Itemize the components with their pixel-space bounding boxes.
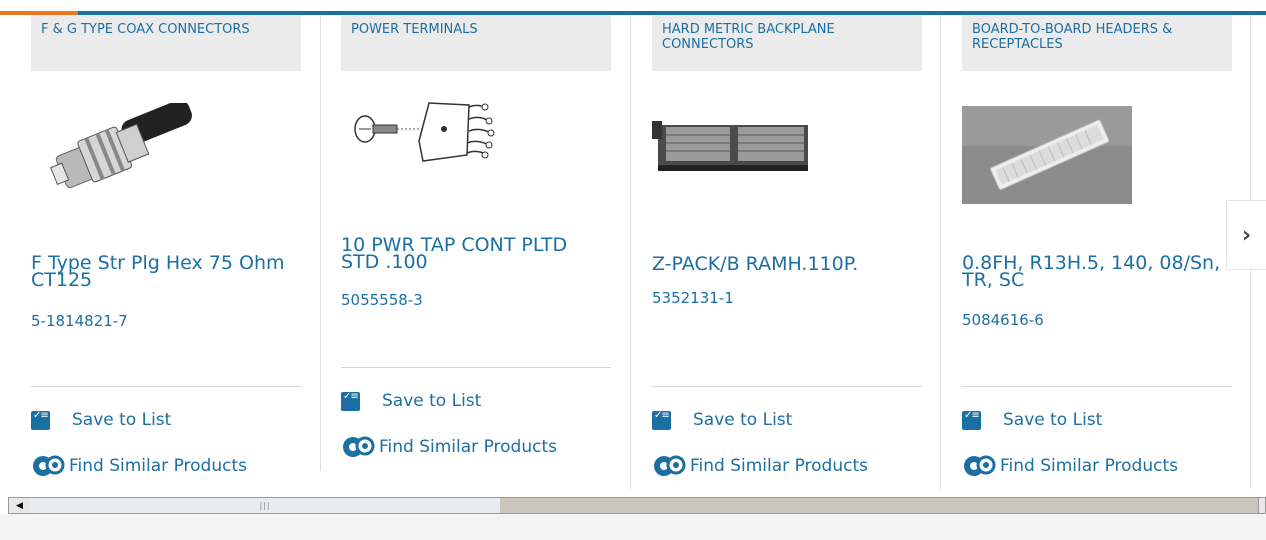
scroll-left-button[interactable]: ◀ <box>9 498 31 513</box>
product-title-link[interactable]: F Type Str Plg Hex 75 Ohm CT125 <box>31 254 301 290</box>
product-title-link[interactable]: Z-PACK/B RAMH.110P. <box>652 255 922 274</box>
product-image[interactable] <box>962 106 1132 208</box>
chevron-right-icon: › <box>1241 222 1252 248</box>
footer-area <box>0 514 1266 540</box>
product-image[interactable] <box>43 99 193 199</box>
product-card: HARD METRIC BACKPLANE CONNECTORS Z-PACK/… <box>652 15 922 489</box>
category-label[interactable]: F & G TYPE COAX CONNECTORS <box>31 15 301 71</box>
find-similar-button[interactable]: Find Similar Products <box>341 435 557 459</box>
gears-icon <box>343 436 375 457</box>
category-label[interactable]: HARD METRIC BACKPLANE CONNECTORS <box>652 15 922 71</box>
part-number-link[interactable]: 5055558-3 <box>341 291 423 309</box>
part-number-link[interactable]: 5-1814821-7 <box>31 312 128 330</box>
similar-label: Find Similar Products <box>69 456 247 476</box>
divider <box>962 386 1232 387</box>
product-image[interactable] <box>652 111 822 185</box>
horizontal-scrollbar[interactable]: ◀ ||| <box>8 497 1266 514</box>
grip-icon: ||| <box>259 501 271 510</box>
save-label: Save to List <box>1003 410 1103 430</box>
save-label: Save to List <box>72 410 172 430</box>
checklist-icon <box>652 410 671 430</box>
scrollbar-track[interactable] <box>500 498 1260 513</box>
product-card: POWER TERMINALS 10 PWR TAP CONT PLTD STD… <box>341 15 611 489</box>
gears-icon <box>33 455 65 476</box>
product-card: F & G TYPE COAX CONNECTORS F Type Str Pl… <box>31 15 301 489</box>
gears-icon <box>964 455 996 476</box>
card-separator <box>940 15 941 489</box>
save-to-list-button[interactable]: Save to List <box>962 410 1102 430</box>
product-title-link[interactable]: 0.8FH, R13H.5, 140, 08/Sn, TR, SC <box>962 254 1232 290</box>
part-number-link[interactable]: 5084616-6 <box>962 311 1044 329</box>
find-similar-button[interactable]: Find Similar Products <box>652 454 868 478</box>
similar-label: Find Similar Products <box>379 437 557 457</box>
similar-label: Find Similar Products <box>1000 456 1178 476</box>
carousel-next-button[interactable]: › <box>1226 200 1266 270</box>
product-image[interactable] <box>349 95 509 185</box>
save-to-list-button[interactable]: Save to List <box>31 410 171 430</box>
category-label[interactable]: BOARD-TO-BOARD HEADERS & RECEPTACLES <box>962 15 1232 71</box>
find-similar-button[interactable]: Find Similar Products <box>31 454 247 478</box>
category-label[interactable]: POWER TERMINALS <box>341 15 611 71</box>
card-separator <box>630 15 631 489</box>
checklist-icon <box>31 410 50 430</box>
scrollbar-thumb[interactable]: ||| <box>30 498 500 513</box>
scroll-right-button[interactable] <box>1258 498 1265 513</box>
card-separator <box>320 15 321 471</box>
product-card: BOARD-TO-BOARD HEADERS & RECEPTACLES 0.8 <box>962 15 1232 489</box>
save-to-list-button[interactable]: Save to List <box>652 410 792 430</box>
divider <box>31 386 301 387</box>
divider <box>341 367 611 368</box>
part-number-link[interactable]: 5352131-1 <box>652 289 734 307</box>
product-carousel: F & G TYPE COAX CONNECTORS F Type Str Pl… <box>0 15 1266 489</box>
product-title-link[interactable]: 10 PWR TAP CONT PLTD STD .100 <box>341 236 611 272</box>
gears-icon <box>654 455 686 476</box>
checklist-icon <box>341 391 360 411</box>
checklist-icon <box>962 410 981 430</box>
divider <box>652 386 922 387</box>
arrow-left-icon: ◀ <box>16 500 23 511</box>
save-label: Save to List <box>382 391 482 411</box>
find-similar-button[interactable]: Find Similar Products <box>962 454 1178 478</box>
similar-label: Find Similar Products <box>690 456 868 476</box>
save-label: Save to List <box>693 410 793 430</box>
save-to-list-button[interactable]: Save to List <box>341 391 481 411</box>
